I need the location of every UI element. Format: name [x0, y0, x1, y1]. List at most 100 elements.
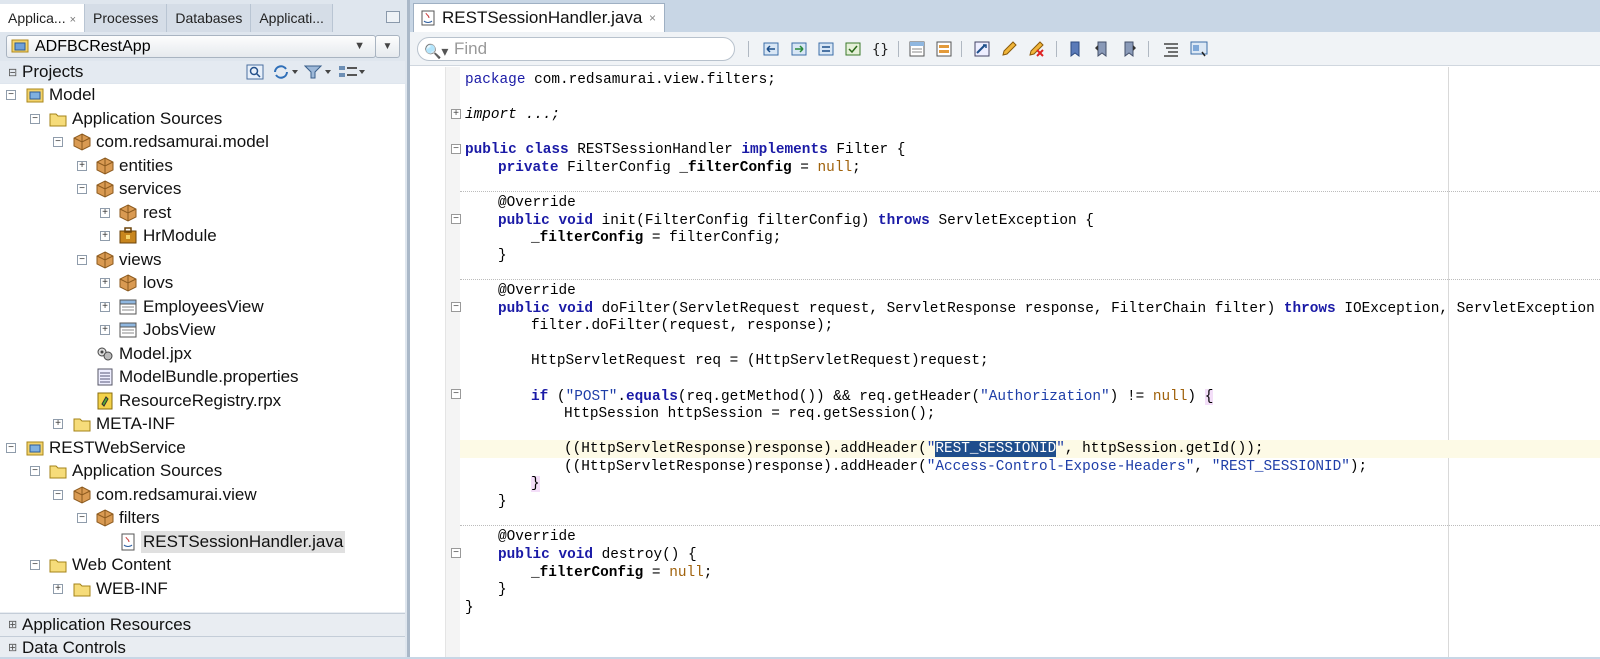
tree-node-label: HrModule [143, 226, 217, 245]
expand-toggle[interactable]: + [100, 231, 110, 241]
expand-toggle[interactable]: + [100, 325, 110, 335]
collapse-icon[interactable]: ⊟ [8, 66, 17, 79]
tree-node-meta-inf[interactable]: + META-INF [0, 413, 405, 435]
structure-icon[interactable] [1162, 40, 1180, 58]
application-name: ADFBCRestApp [35, 38, 151, 55]
method-separator [460, 525, 1600, 526]
code-line: @Override [498, 283, 576, 299]
tree-node-services[interactable]: − services [0, 178, 405, 200]
bookmark-icon[interactable] [1066, 40, 1084, 58]
collapse-toggle[interactable]: − [30, 560, 40, 570]
tab-restsessionhandler-java[interactable]: RESTSessionHandler.java × [413, 3, 665, 32]
tree-node-web-content[interactable]: − Web Content [0, 554, 405, 576]
toolbar-separator [898, 41, 899, 57]
tree-node-restsessionhandler[interactable]: RESTSessionHandler.java [0, 530, 405, 553]
braces-icon[interactable]: {} [871, 40, 889, 58]
surround-with-icon[interactable] [935, 40, 953, 58]
tree-node-application-sources[interactable]: − Application Sources [0, 108, 405, 130]
format-icon[interactable] [844, 40, 862, 58]
tree-node-employeesview[interactable]: + EmployeesView [0, 296, 405, 318]
expand-toggle[interactable]: + [100, 301, 110, 312]
tree-node-modelbundle[interactable]: ModelBundle.properties [0, 366, 405, 388]
highlight-icon[interactable] [1000, 40, 1018, 58]
editor-toolbar: 🔍▾ Find {} [410, 32, 1600, 66]
tree-node-application-sources-2[interactable]: − Application Sources [0, 460, 405, 482]
tree-node-model[interactable]: − Model [0, 84, 405, 106]
tab-applications[interactable]: Applica... × [0, 4, 86, 32]
expand-toggle[interactable]: + [77, 160, 87, 171]
tab-label: Processes [93, 10, 159, 26]
quick-outline-icon[interactable] [1190, 40, 1208, 58]
tree-node-entities[interactable]: + entities [0, 155, 405, 177]
tree-node-filters[interactable]: − filters [0, 507, 405, 529]
tab-label: Databases [175, 10, 243, 26]
go-to-previous-location-icon[interactable] [762, 40, 780, 58]
tab-databases[interactable]: Databases [167, 4, 252, 32]
method-separator [460, 279, 1600, 280]
tree-node-rest[interactable]: + rest [0, 202, 405, 224]
collapse-toggle[interactable]: − [30, 466, 40, 476]
search-project-icon[interactable] [246, 64, 264, 80]
tree-node-hrmodule[interactable]: + HrModule [0, 225, 405, 247]
tab-processes[interactable]: Processes [85, 4, 168, 32]
code-line: HttpSession httpSession = req.getSession… [564, 406, 936, 422]
tree-node-label: Web Content [72, 555, 171, 574]
collapse-toggle[interactable]: − [6, 442, 16, 453]
toolbar-separator [1148, 41, 1149, 57]
working-sets-icon[interactable] [338, 64, 366, 80]
collapse-toggle[interactable]: − [30, 113, 40, 124]
tree-node-jobsview[interactable]: + JobsView [0, 319, 405, 341]
toggle-comment-icon[interactable] [908, 40, 926, 58]
data-controls-section[interactable]: ⊞ Data Controls [0, 636, 405, 658]
tree-node-resourceregistry[interactable]: ResourceRegistry.rpx [0, 390, 405, 412]
find-usages-icon[interactable] [973, 40, 991, 58]
find-placeholder: Find [454, 39, 488, 58]
tree-node-com-redsamurai-model[interactable]: − com.redsamurai.model [0, 131, 405, 153]
application-menu-button[interactable]: ▼ [375, 35, 400, 58]
tree-node-lovs[interactable]: + lovs [0, 272, 405, 294]
clear-highlights-icon[interactable] [1027, 40, 1045, 58]
close-icon[interactable]: × [649, 4, 656, 32]
previous-bookmark-icon[interactable] [1093, 40, 1111, 58]
expand-icon[interactable]: ⊞ [8, 637, 17, 659]
package-icon [73, 485, 91, 504]
package-icon [96, 156, 114, 175]
tree-node-label: META-INF [96, 414, 176, 433]
collapse-toggle[interactable]: − [77, 254, 87, 265]
find-input[interactable]: 🔍▾ Find [417, 37, 735, 61]
code-area[interactable]: package com.redsamurai.view.filters; imp… [460, 67, 1600, 657]
collapse-toggle[interactable]: − [77, 184, 87, 194]
line-gutter [410, 67, 446, 657]
filter-icon[interactable] [304, 64, 332, 80]
chevron-down-icon[interactable]: ▼ [354, 36, 365, 57]
collapse-toggle[interactable]: − [53, 137, 63, 147]
go-to-next-location-icon[interactable] [790, 40, 808, 58]
minimize-icon[interactable] [386, 11, 400, 23]
tree-node-views[interactable]: − views [0, 249, 405, 271]
expand-icon[interactable]: ⊞ [8, 614, 17, 636]
collapse-toggle[interactable]: − [77, 513, 87, 523]
svg-text:{}: {} [872, 42, 889, 58]
expand-toggle[interactable]: + [53, 419, 63, 429]
expand-toggle[interactable]: + [100, 278, 110, 288]
next-bookmark-icon[interactable] [1120, 40, 1138, 58]
tree-node-web-inf[interactable]: + WEB-INF [0, 578, 405, 600]
close-icon[interactable]: × [70, 14, 76, 26]
expand-toggle[interactable]: + [53, 583, 63, 594]
tree-node-label: ModelBundle.properties [119, 367, 299, 386]
expand-toggle[interactable]: + [100, 207, 110, 218]
sync-icon[interactable] [272, 64, 298, 80]
tree-node-com-redsamurai-view[interactable]: − com.redsamurai.view [0, 484, 405, 506]
tree-node-label: Model.jpx [119, 343, 192, 363]
last-edit-location-icon[interactable] [817, 40, 835, 58]
projects-header[interactable]: ⊟ Projects [0, 61, 405, 83]
collapse-toggle[interactable]: − [53, 489, 63, 500]
application-resources-section[interactable]: ⊞ Application Resources [0, 613, 405, 635]
java-file-icon [121, 533, 135, 550]
tab-application-servers[interactable]: Applicati... [251, 4, 333, 32]
tree-node-model-jpx[interactable]: Model.jpx [0, 343, 405, 365]
application-selector[interactable]: ADFBCRestApp ▼ [6, 35, 376, 58]
collapse-toggle[interactable]: − [6, 90, 16, 100]
tree-node-restwebservice[interactable]: − RESTWebService [0, 437, 405, 459]
tree-node-label: WEB-INF [96, 578, 168, 598]
